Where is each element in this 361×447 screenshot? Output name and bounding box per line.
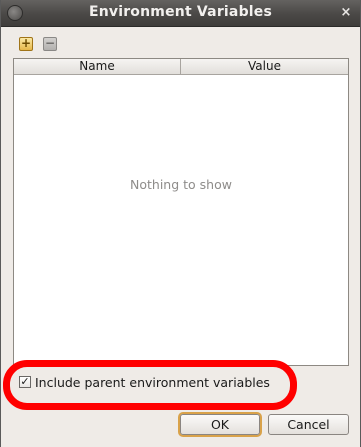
title-bar[interactable]: Environment Variables ×: [1, 0, 360, 27]
column-header-value[interactable]: Value: [181, 59, 348, 74]
close-icon[interactable]: ×: [338, 5, 354, 20]
variables-table[interactable]: Name Value Nothing to show: [13, 58, 349, 366]
empty-table-message: Nothing to show: [130, 177, 232, 192]
remove-variable-button[interactable]: −: [43, 37, 57, 51]
dialog-title: Environment Variables: [88, 4, 273, 20]
cancel-button[interactable]: Cancel: [268, 414, 349, 435]
include-parent-checkbox[interactable]: ✓: [19, 376, 31, 388]
add-variable-button[interactable]: +: [19, 37, 33, 51]
ok-button[interactable]: OK: [180, 414, 260, 435]
column-header-name[interactable]: Name: [14, 59, 181, 74]
include-parent-label[interactable]: Include parent environment variables: [35, 375, 270, 390]
table-header: Name Value: [14, 59, 348, 75]
dialog-window: Environment Variables × + − Name Value N…: [0, 0, 361, 447]
